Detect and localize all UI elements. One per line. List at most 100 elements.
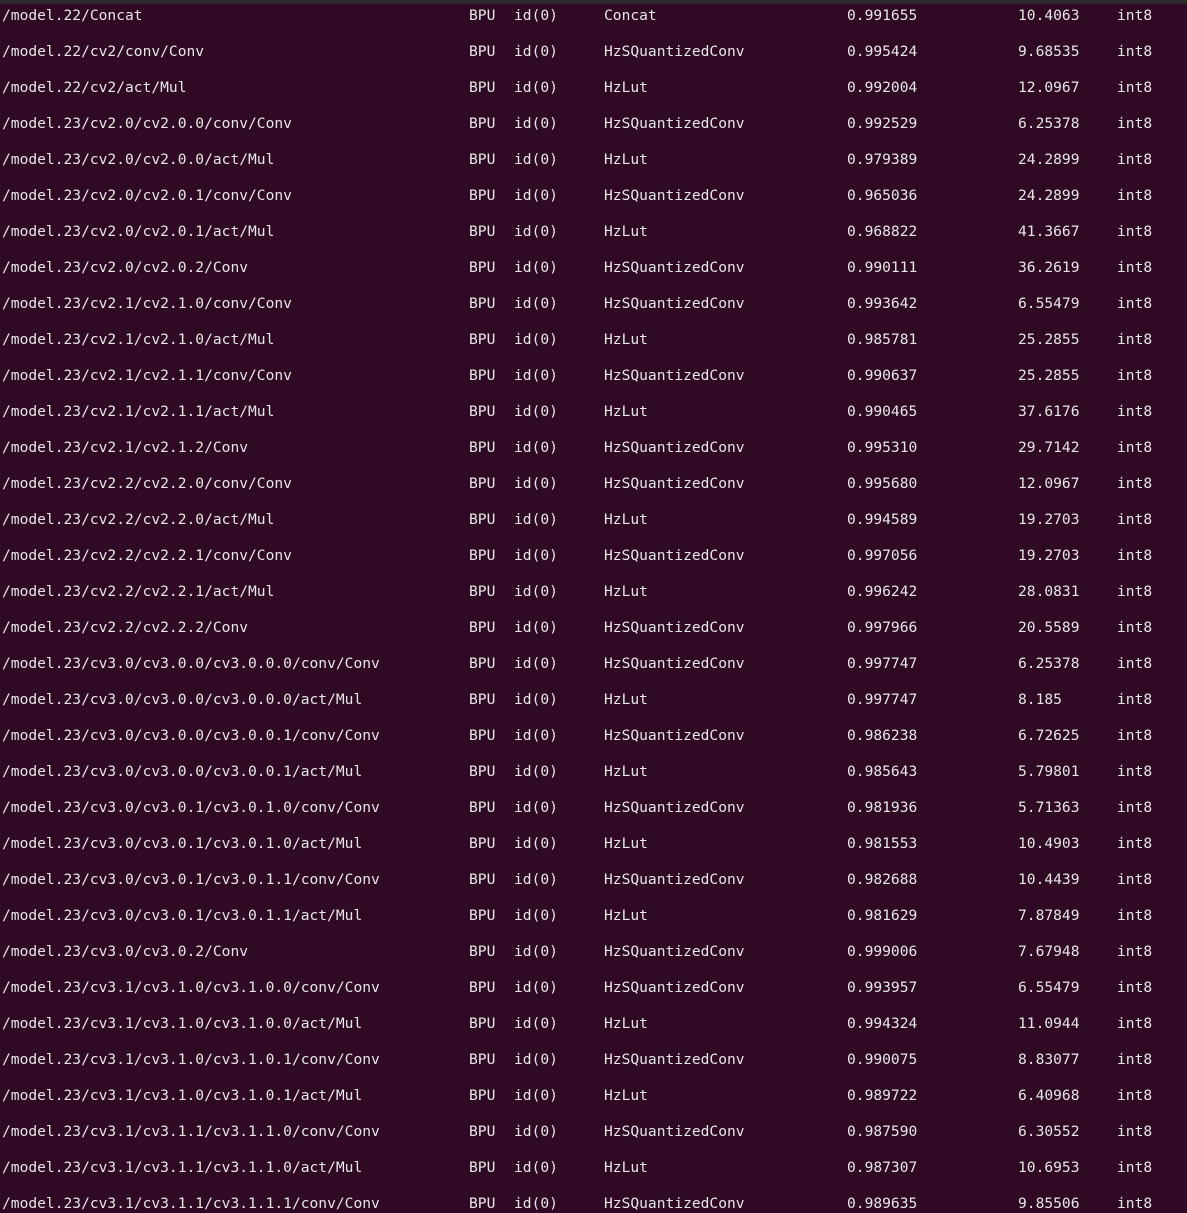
device-label: BPU <box>469 1015 496 1032</box>
output-line: /model.23/cv3.1/cv3.1.1/cv3.1.1.0/act/Mu… <box>0 1155 1187 1191</box>
device-id: id(0) <box>514 511 558 528</box>
op-type: HzLut <box>604 223 648 240</box>
data-type: int8 <box>1117 727 1153 744</box>
data-type: int8 <box>1117 511 1153 528</box>
layer-name: /model.23/cv3.0/cv3.0.1/cv3.0.1.0/act/Mu… <box>2 835 363 852</box>
device-id: id(0) <box>514 1159 558 1176</box>
op-type: HzSQuantizedConv <box>604 943 745 960</box>
output-line: /model.23/cv2.0/cv2.0.1/conv/Conv BPU id… <box>0 183 1187 219</box>
threshold-value: 6.30552 <box>1018 1123 1080 1140</box>
cosine-similarity: 0.968822 <box>847 223 918 240</box>
data-type: int8 <box>1117 187 1153 204</box>
layer-name: /model.23/cv3.1/cv3.1.0/cv3.1.0.0/conv/C… <box>2 979 380 996</box>
layer-name: /model.23/cv3.1/cv3.1.0/cv3.1.0.0/act/Mu… <box>2 1015 363 1032</box>
cosine-similarity: 0.990075 <box>847 1051 918 1068</box>
threshold-value: 19.2703 <box>1018 511 1080 528</box>
device-label: BPU <box>469 871 496 888</box>
cosine-similarity: 0.997056 <box>847 547 918 564</box>
layer-name: /model.22/Concat <box>2 7 143 24</box>
output-line: /model.22/cv2/conv/Conv BPU id(0) HzSQua… <box>0 39 1187 75</box>
terminal-output[interactable]: /model.22/Concat BPU id(0) Concat 0.9916… <box>0 3 1187 1213</box>
device-label: BPU <box>469 1051 496 1068</box>
output-line: /model.22/Concat BPU id(0) Concat 0.9916… <box>0 3 1187 39</box>
device-id: id(0) <box>514 691 558 708</box>
device-label: BPU <box>469 619 496 636</box>
cosine-similarity: 0.993957 <box>847 979 918 996</box>
threshold-value: 37.6176 <box>1018 403 1080 420</box>
threshold-value: 41.3667 <box>1018 223 1080 240</box>
op-type: HzSQuantizedConv <box>604 439 745 456</box>
device-label: BPU <box>469 403 496 420</box>
output-line: /model.23/cv2.1/cv2.1.0/act/Mul BPU id(0… <box>0 327 1187 363</box>
op-type: HzLut <box>604 511 648 528</box>
device-label: BPU <box>469 223 496 240</box>
device-id: id(0) <box>514 763 558 780</box>
device-id: id(0) <box>514 583 558 600</box>
op-type: HzSQuantizedConv <box>604 295 745 312</box>
data-type: int8 <box>1117 259 1153 276</box>
device-id: id(0) <box>514 1087 558 1104</box>
device-label: BPU <box>469 511 496 528</box>
device-label: BPU <box>469 367 496 384</box>
data-type: int8 <box>1117 763 1153 780</box>
layer-name: /model.23/cv2.0/cv2.0.0/conv/Conv <box>2 115 292 132</box>
data-type: int8 <box>1117 619 1153 636</box>
device-label: BPU <box>469 655 496 672</box>
device-id: id(0) <box>514 403 558 420</box>
threshold-value: 36.2619 <box>1018 259 1080 276</box>
cosine-similarity: 0.997747 <box>847 691 918 708</box>
device-id: id(0) <box>514 1015 558 1032</box>
data-type: int8 <box>1117 691 1153 708</box>
device-id: id(0) <box>514 79 558 96</box>
output-line: /model.22/cv2/act/Mul BPU id(0) HzLut 0.… <box>0 75 1187 111</box>
output-line: /model.23/cv2.2/cv2.2.0/act/Mul BPU id(0… <box>0 507 1187 543</box>
device-id: id(0) <box>514 1123 558 1140</box>
device-id: id(0) <box>514 835 558 852</box>
op-type: HzSQuantizedConv <box>604 43 745 60</box>
cosine-similarity: 0.995680 <box>847 475 918 492</box>
data-type: int8 <box>1117 1159 1153 1176</box>
threshold-value: 28.0831 <box>1018 583 1080 600</box>
data-type: int8 <box>1117 979 1153 996</box>
threshold-value: 5.71363 <box>1018 799 1080 816</box>
data-type: int8 <box>1117 367 1153 384</box>
layer-name: /model.23/cv2.1/cv2.1.0/act/Mul <box>2 331 275 348</box>
device-label: BPU <box>469 691 496 708</box>
output-line: /model.23/cv2.0/cv2.0.0/act/Mul BPU id(0… <box>0 147 1187 183</box>
data-type: int8 <box>1117 799 1153 816</box>
cosine-similarity: 0.992004 <box>847 79 918 96</box>
output-line: /model.23/cv2.2/cv2.2.1/conv/Conv BPU id… <box>0 543 1187 579</box>
data-type: int8 <box>1117 1087 1153 1104</box>
device-id: id(0) <box>514 187 558 204</box>
op-type: HzLut <box>604 79 648 96</box>
layer-name: /model.23/cv2.1/cv2.1.0/conv/Conv <box>2 295 292 312</box>
device-label: BPU <box>469 763 496 780</box>
data-type: int8 <box>1117 151 1153 168</box>
device-label: BPU <box>469 1159 496 1176</box>
op-type: HzLut <box>604 1015 648 1032</box>
device-id: id(0) <box>514 439 558 456</box>
op-type: HzLut <box>604 403 648 420</box>
layer-name: /model.23/cv3.1/cv3.1.0/cv3.1.0.1/act/Mu… <box>2 1087 363 1104</box>
cosine-similarity: 0.987590 <box>847 1123 918 1140</box>
op-type: HzLut <box>604 583 648 600</box>
op-type: HzSQuantizedConv <box>604 727 745 744</box>
op-type: HzSQuantizedConv <box>604 871 745 888</box>
output-line: /model.23/cv3.1/cv3.1.1/cv3.1.1.1/conv/C… <box>0 1191 1187 1213</box>
device-id: id(0) <box>514 799 558 816</box>
device-id: id(0) <box>514 619 558 636</box>
layer-name: /model.23/cv2.2/cv2.2.2/Conv <box>2 619 249 636</box>
device-label: BPU <box>469 475 496 492</box>
cosine-similarity: 0.982688 <box>847 871 918 888</box>
device-id: id(0) <box>514 115 558 132</box>
cosine-similarity: 0.994324 <box>847 1015 918 1032</box>
cosine-similarity: 0.989635 <box>847 1195 918 1212</box>
cosine-similarity: 0.986238 <box>847 727 918 744</box>
cosine-similarity: 0.989722 <box>847 1087 918 1104</box>
data-type: int8 <box>1117 655 1153 672</box>
data-type: int8 <box>1117 223 1153 240</box>
threshold-value: 12.0967 <box>1018 475 1080 492</box>
layer-name: /model.23/cv2.0/cv2.0.0/act/Mul <box>2 151 275 168</box>
terminal-window[interactable]: /model.22/Concat BPU id(0) Concat 0.9916… <box>0 0 1187 1213</box>
device-label: BPU <box>469 79 496 96</box>
